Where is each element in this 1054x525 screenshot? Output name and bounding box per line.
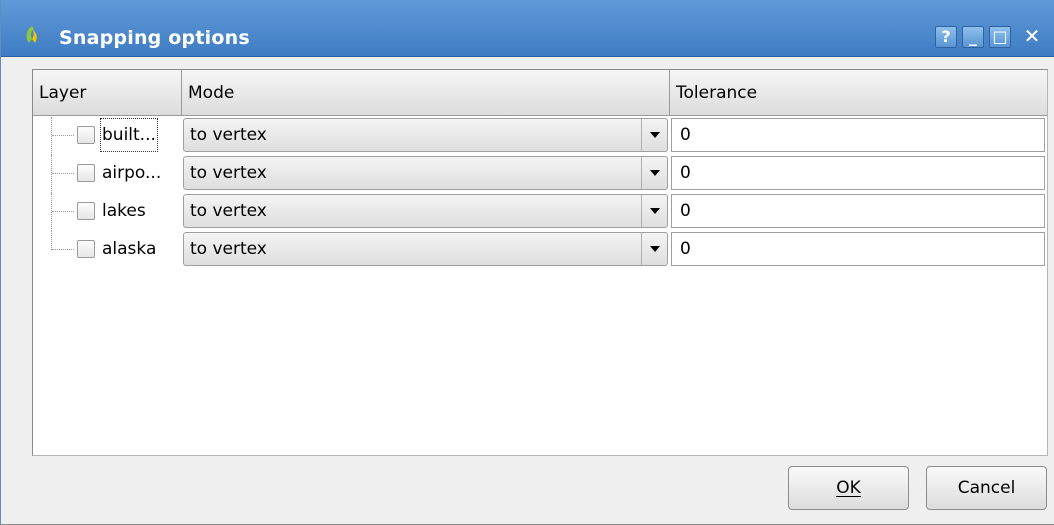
mode-dropdown[interactable]: to vertex [183, 118, 668, 152]
column-header-mode[interactable]: Mode [182, 70, 670, 116]
layer-enable-checkbox[interactable] [77, 126, 95, 144]
table-row: built... to vertex 0 [33, 117, 1047, 155]
layer-name: built... [99, 117, 159, 153]
mode-dropdown[interactable]: to vertex [183, 194, 668, 228]
mode-dropdown[interactable]: to vertex [183, 156, 668, 190]
cancel-button[interactable]: Cancel [926, 466, 1047, 510]
mode-value: to vertex [190, 125, 267, 145]
help-button[interactable]: ? [935, 26, 957, 48]
tolerance-input[interactable]: 0 [671, 118, 1045, 152]
layer-name: lakes [102, 201, 146, 221]
mode-value: to vertex [190, 163, 267, 183]
column-header-tolerance[interactable]: Tolerance [670, 70, 1047, 116]
tree-branch [51, 155, 52, 193]
snapping-options-dialog: Snapping options ? _ □ ✕ Layer Mode Tole… [0, 0, 1054, 525]
tolerance-value: 0 [680, 125, 691, 145]
chevron-down-icon[interactable] [641, 119, 667, 151]
table-header: Layer Mode Tolerance [33, 70, 1047, 116]
ok-button[interactable]: OK [788, 466, 909, 510]
table-row: airpo... to vertex 0 [33, 155, 1047, 193]
layer-snapping-table: Layer Mode Tolerance built... to vertex … [32, 69, 1048, 456]
layer-name: alaska [102, 239, 157, 259]
minimize-button[interactable]: _ [962, 26, 984, 48]
layer-enable-checkbox[interactable] [77, 202, 95, 220]
layer-enable-checkbox[interactable] [77, 164, 95, 182]
mode-value: to vertex [190, 239, 267, 259]
column-header-layer[interactable]: Layer [33, 70, 182, 116]
chevron-down-icon[interactable] [641, 195, 667, 227]
tolerance-input[interactable]: 0 [671, 156, 1045, 190]
tree-branch [51, 117, 52, 155]
table-row: alaska to vertex 0 [33, 231, 1047, 269]
table-row: lakes to vertex 0 [33, 193, 1047, 231]
tolerance-value: 0 [680, 201, 691, 221]
mode-value: to vertex [190, 201, 267, 221]
mode-dropdown[interactable]: to vertex [183, 232, 668, 266]
tree-branch [51, 231, 52, 250]
layer-enable-checkbox[interactable] [77, 240, 95, 258]
tolerance-value: 0 [680, 163, 691, 183]
window-title: Snapping options [59, 27, 250, 49]
tree-connector [52, 249, 74, 250]
close-button[interactable]: ✕ [1021, 26, 1043, 48]
layer-name: airpo... [102, 163, 162, 183]
maximize-button[interactable]: □ [989, 26, 1011, 48]
chevron-down-icon[interactable] [641, 233, 667, 265]
tree-connector [52, 173, 74, 174]
tolerance-input[interactable]: 0 [671, 232, 1045, 266]
ok-label: OK [836, 478, 861, 498]
tree-connector [52, 211, 74, 212]
tree-connector [52, 135, 74, 136]
tolerance-value: 0 [680, 239, 691, 259]
chevron-down-icon[interactable] [641, 157, 667, 189]
title-bar[interactable]: Snapping options ? _ □ ✕ [1, 0, 1054, 57]
tolerance-input[interactable]: 0 [671, 194, 1045, 228]
qgis-icon [26, 26, 37, 43]
tree-branch [51, 193, 52, 231]
